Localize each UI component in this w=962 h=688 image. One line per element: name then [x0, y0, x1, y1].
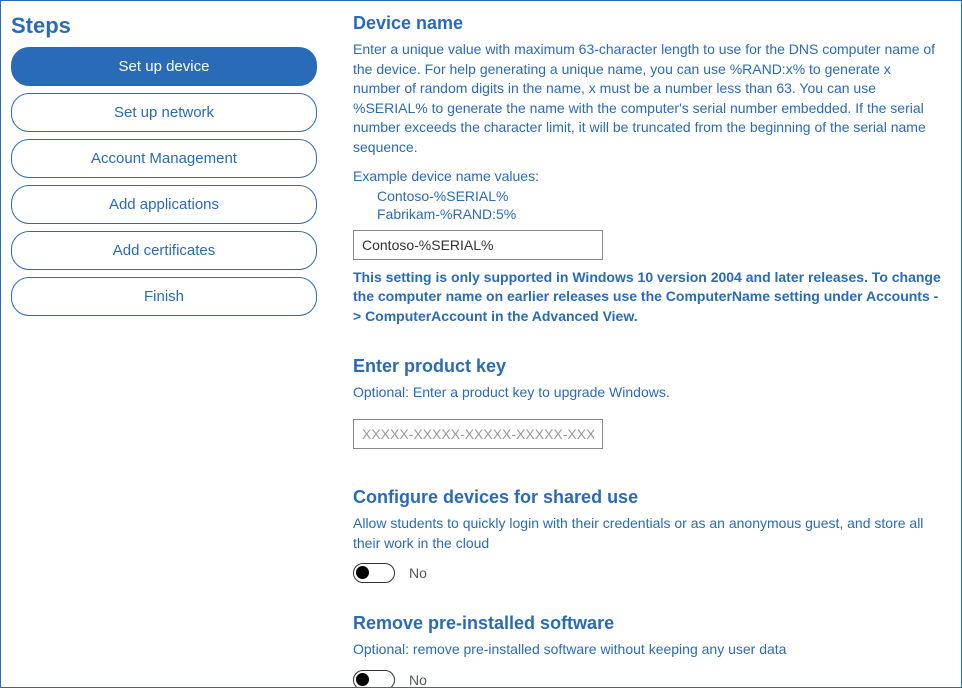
remove-software-title: Remove pre-installed software — [353, 613, 941, 634]
step-set-up-device[interactable]: Set up device — [11, 47, 317, 86]
device-name-input[interactable] — [353, 230, 603, 260]
shared-use-toggle[interactable] — [353, 563, 395, 583]
main-panel: Device name Enter a unique value with ma… — [331, 1, 961, 687]
device-name-example-2: Fabrikam-%RAND:5% — [377, 206, 941, 222]
remove-software-toggle-row: No — [353, 670, 941, 687]
steps-sidebar: Steps Set up device Set up network Accou… — [1, 1, 331, 687]
device-name-title: Device name — [353, 13, 941, 34]
product-key-desc: Optional: Enter a product key to upgrade… — [353, 383, 941, 403]
step-set-up-network[interactable]: Set up network — [11, 93, 317, 132]
step-finish[interactable]: Finish — [11, 277, 317, 316]
shared-use-toggle-row: No — [353, 563, 941, 583]
remove-software-desc: Optional: remove pre-installed software … — [353, 640, 941, 660]
shared-use-toggle-label: No — [409, 565, 427, 581]
device-name-example-1: Contoso-%SERIAL% — [377, 188, 941, 204]
device-name-desc: Enter a unique value with maximum 63-cha… — [353, 40, 941, 158]
product-key-title: Enter product key — [353, 356, 941, 377]
shared-use-desc: Allow students to quickly login with the… — [353, 514, 941, 553]
remove-software-toggle[interactable] — [353, 670, 395, 687]
step-account-management[interactable]: Account Management — [11, 139, 317, 178]
shared-use-title: Configure devices for shared use — [353, 487, 941, 508]
step-add-certificates[interactable]: Add certificates — [11, 231, 317, 270]
steps-title: Steps — [11, 13, 317, 39]
remove-software-toggle-label: No — [409, 672, 427, 687]
step-add-applications[interactable]: Add applications — [11, 185, 317, 224]
device-name-note: This setting is only supported in Window… — [353, 268, 941, 327]
product-key-input[interactable] — [353, 419, 603, 449]
device-name-example-label: Example device name values: — [353, 168, 941, 184]
